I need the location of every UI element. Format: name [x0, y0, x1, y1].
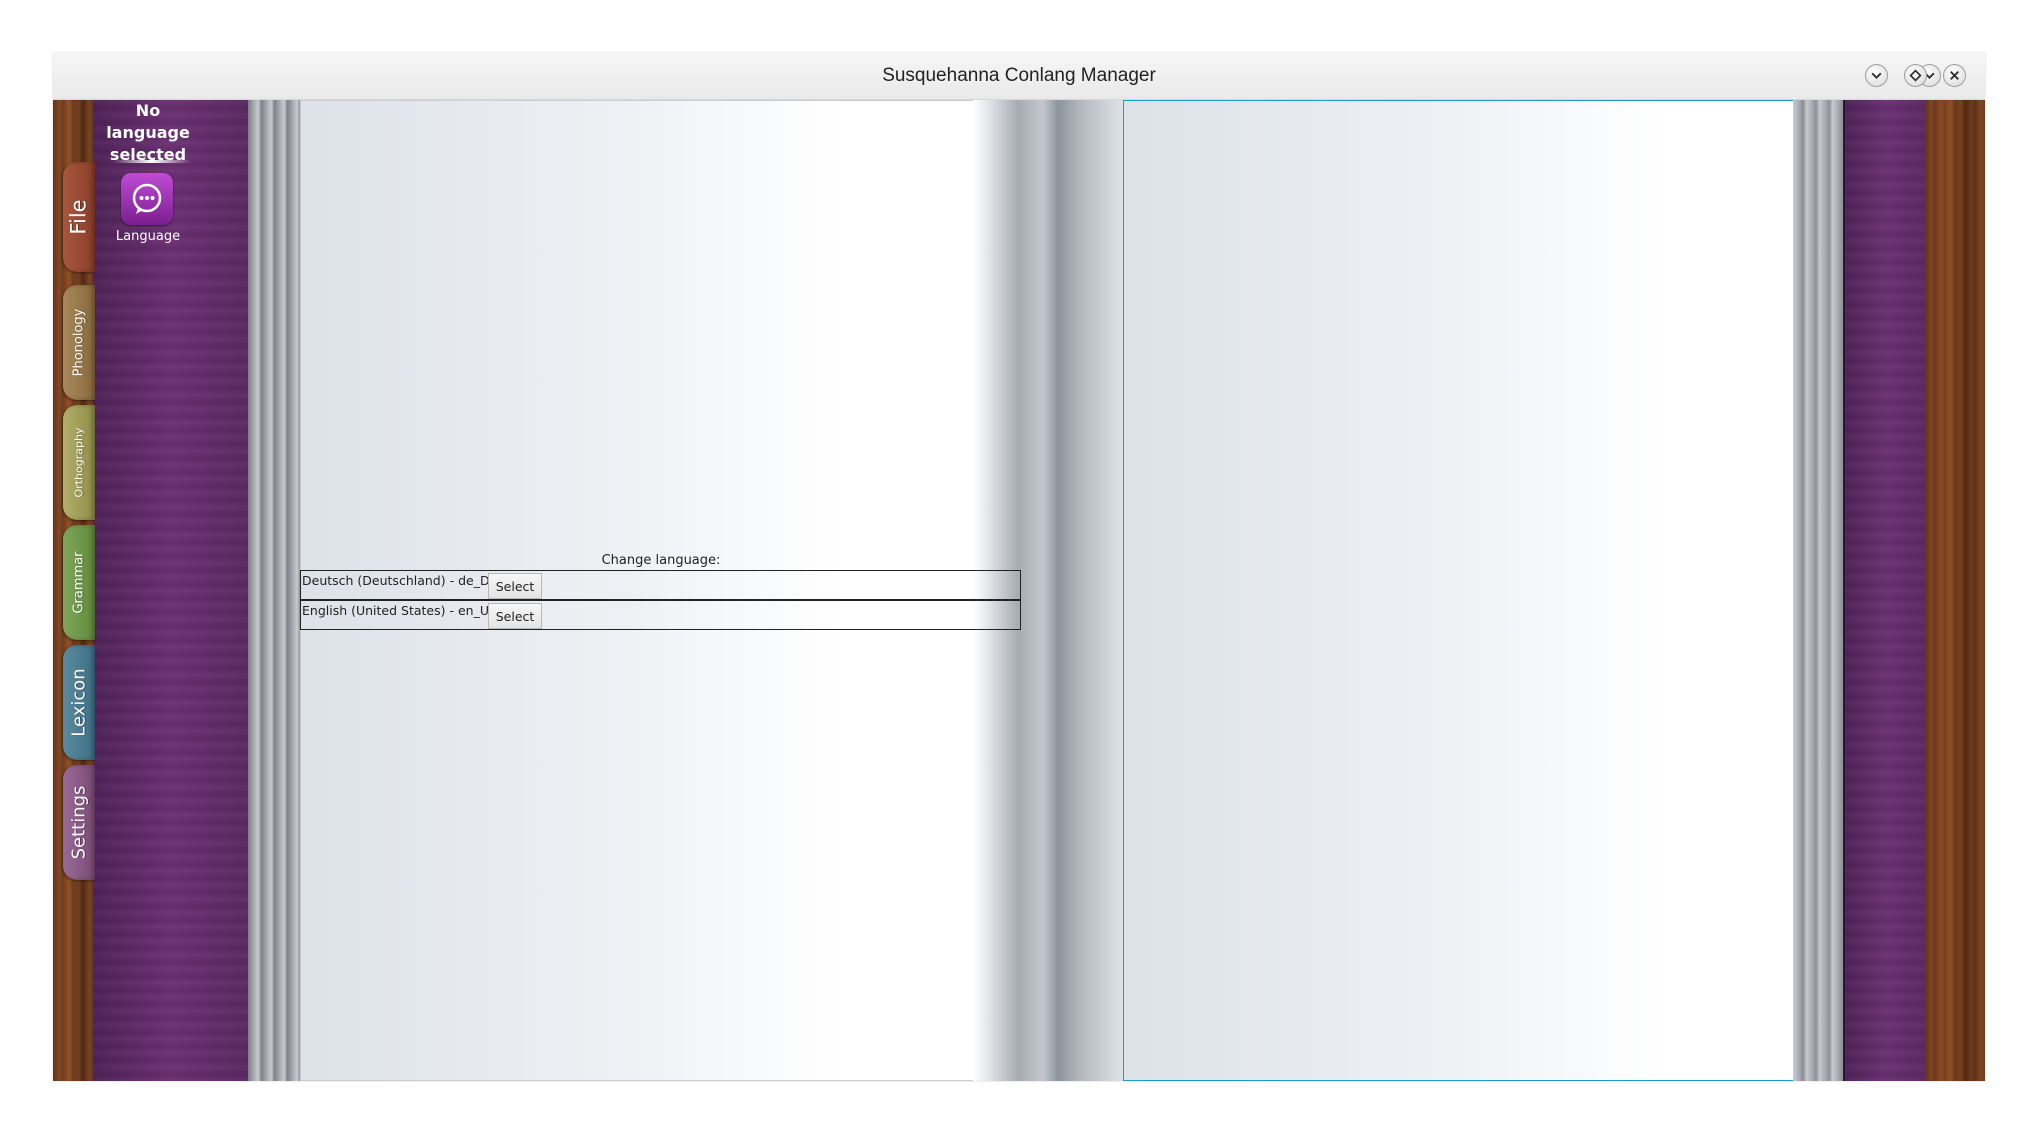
- tab-file-label: File: [67, 199, 92, 235]
- tab-grammar-label: Grammar: [71, 551, 87, 614]
- right-cover: [1843, 100, 1927, 1081]
- tab-lexicon[interactable]: Lexicon: [63, 645, 95, 760]
- tab-file[interactable]: File: [63, 162, 95, 272]
- minimize-button[interactable]: [1865, 64, 1888, 87]
- language-button[interactable]: [121, 173, 173, 225]
- close-icon: [1950, 71, 1959, 80]
- language-status: No language selected: [93, 100, 203, 166]
- tab-phonology-label: Phonology: [71, 308, 87, 377]
- minimize-icon: [1871, 72, 1882, 80]
- app-window: Susquehanna Conlang Manager File Phonolo…: [53, 53, 1985, 1081]
- tab-settings-label: Settings: [68, 785, 90, 860]
- wood-background-right: [1925, 100, 1985, 1081]
- right-page: [1123, 100, 1846, 1081]
- maximize-button[interactable]: [1904, 64, 1927, 87]
- tab-orthography[interactable]: Orthography: [63, 405, 95, 520]
- language-option-row: Deutsch (Deutschland) - de_DE Select: [300, 570, 1021, 600]
- tab-phonology[interactable]: Phonology: [63, 285, 95, 400]
- chat-bubble-icon: [132, 183, 162, 214]
- language-option-name: Deutsch (Deutschland) - de_DE: [302, 573, 498, 588]
- tab-settings[interactable]: Settings: [63, 765, 95, 880]
- tab-lexicon-label: Lexicon: [68, 668, 90, 737]
- change-language-label: Change language:: [601, 553, 721, 568]
- select-language-button[interactable]: Select: [488, 573, 542, 599]
- language-option-name: English (United States) - en_US: [302, 603, 497, 618]
- close-button[interactable]: [1943, 64, 1966, 87]
- language-status-line1: No language: [106, 101, 190, 142]
- title-bar: Susquehanna Conlang Manager: [53, 53, 1985, 100]
- left-cover: [93, 100, 248, 1081]
- sidebar-divider: [113, 160, 191, 163]
- language-option-row: English (United States) - en_US Select: [300, 600, 1021, 630]
- language-button-label: Language: [115, 229, 181, 244]
- left-page-edges: [248, 100, 300, 1081]
- right-page-edges: [1793, 100, 1843, 1081]
- tab-grammar[interactable]: Grammar: [63, 525, 95, 640]
- book-area: File Phonology Orthography Grammar Lexic…: [53, 100, 1985, 1081]
- select-language-button[interactable]: Select: [488, 603, 542, 629]
- maximize-icon: [1909, 69, 1922, 82]
- tab-orthography-label: Orthography: [72, 427, 86, 498]
- window-title: Susquehanna Conlang Manager: [882, 65, 1156, 86]
